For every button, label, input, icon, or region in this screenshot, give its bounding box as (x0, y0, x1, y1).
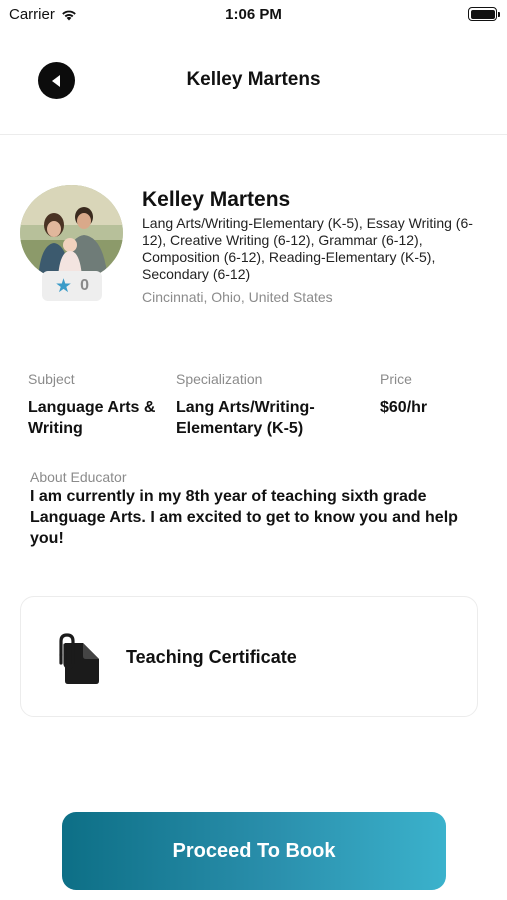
about-label: About Educator (30, 469, 127, 485)
subject-column: Subject Language Arts & Writing (28, 371, 168, 439)
profile-info: Kelley Martens Lang Arts/Writing-Element… (142, 187, 482, 305)
certificate-label: Teaching Certificate (126, 647, 297, 667)
specialization-column: Specialization Lang Arts/Writing-Element… (176, 371, 366, 439)
price-column: Price $60/hr (380, 371, 480, 418)
about-text: I am currently in my 8th year of teachin… (30, 488, 458, 547)
educator-name: Kelley Martens (142, 188, 291, 211)
status-bar: Carrier 1:06 PM (0, 0, 507, 30)
nav-bar: Kelley Martens (0, 50, 507, 110)
proceed-label: Proceed To Book (172, 839, 336, 862)
about-section: About Educator I am currently in my 8th … (30, 469, 480, 549)
price-value: $60/hr (380, 399, 428, 416)
educator-subjects: Lang Arts/Writing-Elementary (K-5), Essa… (142, 215, 473, 282)
status-time: 1:06 PM (225, 6, 282, 23)
specialization-value: Lang Arts/Writing-Elementary (K-5) (176, 399, 315, 437)
subject-label: Subject (28, 371, 75, 387)
rating-count: 0 (80, 277, 89, 294)
battery-icon (468, 7, 500, 21)
teaching-certificate-card[interactable]: Teaching Certificate (20, 596, 478, 717)
specialization-label: Specialization (176, 371, 263, 387)
page-title: Kelley Martens (186, 69, 321, 90)
price-label: Price (380, 371, 412, 387)
star-icon: ★ (55, 275, 73, 297)
document-attachment-icon (59, 633, 99, 684)
subject-value: Language Arts & Writing (28, 399, 156, 437)
nav-divider (0, 134, 507, 135)
rating-badge: ★ 0 (42, 271, 102, 301)
avatar (20, 185, 123, 281)
proceed-to-book-button[interactable]: Proceed To Book (62, 812, 446, 890)
educator-location: Cincinnati, Ohio, United States (142, 289, 333, 305)
